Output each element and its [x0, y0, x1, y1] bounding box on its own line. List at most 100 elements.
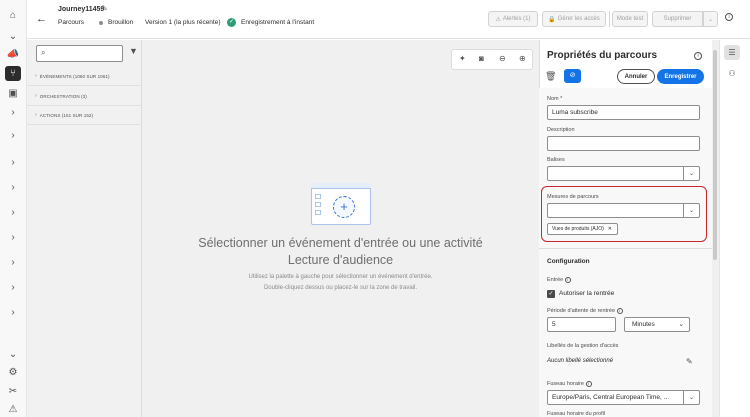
chevron-right-icon: › [35, 112, 37, 118]
manage-access-button[interactable]: 🔒 Gérer les accès [542, 11, 606, 27]
right-rail [719, 40, 750, 417]
status-label: Brouillon [108, 19, 134, 26]
configuration-title: Configuration [547, 258, 590, 265]
scrollbar-thumb[interactable] [713, 50, 717, 260]
chevron-right-icon: › [35, 73, 37, 79]
chevron-right-icon[interactable]: › [6, 180, 20, 194]
description-label: Description [547, 127, 575, 133]
metric-tag: Vues de produits (AJO) ✕ [547, 223, 618, 235]
tags-label: Balises [547, 157, 565, 163]
add-plus-icon: + [333, 196, 355, 218]
palette-search-input[interactable]: ⌕ [36, 45, 123, 62]
more-actions-dropdown[interactable]: ⌄ [703, 11, 718, 27]
journey-canvas[interactable] [142, 40, 539, 417]
chevron-right-icon[interactable]: › [6, 105, 20, 119]
empty-state-help-1: Utilisez la palette à gauche pour sélect… [248, 274, 433, 280]
palette-category-actions[interactable]: › ACTIONS (151 SUR 152) [27, 106, 142, 125]
entry-label: Entrée i [547, 277, 571, 283]
illustration-node [315, 210, 321, 215]
tags-field[interactable]: ⌄ [547, 166, 700, 181]
hide-icon[interactable]: ⊘ [564, 69, 581, 83]
zoom-in-icon[interactable]: ⊕ [519, 54, 526, 63]
chevron-down-icon: ⌄ [678, 321, 684, 328]
zoom-out-icon[interactable]: ⊖ [499, 54, 506, 63]
chevron-right-icon[interactable]: › [6, 205, 20, 219]
alert-icon: ⚠ [495, 16, 501, 23]
close-icon[interactable]: ✕ [608, 226, 612, 232]
chevron-right-icon[interactable]: › [6, 230, 20, 244]
timezone-field[interactable]: Europe/Paris, Central European Time, ...… [547, 390, 700, 405]
alert-icon[interactable]: ⚠ [6, 402, 20, 416]
info-icon: i [585, 381, 592, 387]
illustration-node [315, 202, 321, 207]
allow-reentry-label: Autoriser la rentrée [559, 290, 615, 297]
reentry-wait-unit[interactable]: Minutes ⌄ [624, 317, 690, 332]
illustration-bar [311, 183, 371, 189]
magic-wand-icon[interactable]: ✦ [459, 54, 466, 63]
back-arrow-icon[interactable]: ← [36, 13, 47, 25]
saved-status: Enregistrement à l'instant [241, 19, 315, 26]
chevron-down-icon[interactable]: ⌄ [6, 347, 20, 361]
version-label: Version 1 (la plus récente) [145, 19, 221, 26]
lock-icon: 🔒 [548, 16, 556, 23]
cancel-button[interactable]: Annuler [617, 69, 655, 84]
access-labels-label: Libellés de la gestion d'accès [547, 343, 619, 349]
properties-title: Propriétés du parcours [547, 50, 658, 61]
info-icon: i [616, 308, 623, 314]
divider [609, 11, 610, 27]
delete-button[interactable]: Supprimer [652, 11, 703, 27]
info-icon[interactable]: i [694, 52, 702, 60]
filter-icon[interactable]: ▼ [129, 46, 138, 56]
chevron-right-icon[interactable]: › [6, 255, 20, 269]
info-icon: i [564, 277, 571, 283]
chevron-down-icon[interactable]: ⌄ [683, 167, 699, 180]
chevron-right-icon: › [35, 93, 37, 99]
megaphone-icon[interactable]: 📣 [6, 47, 20, 61]
reentry-wait-value[interactable]: 5 [547, 317, 616, 332]
search-icon: ⌕ [41, 48, 46, 57]
access-labels-value: Aucun libellé sélectionné [547, 358, 614, 364]
reentry-wait-label: Période d'attente de rentrée i [547, 308, 623, 314]
journey-type-label: Parcours [58, 19, 85, 26]
chevron-right-icon[interactable]: › [6, 155, 20, 169]
journey-icon[interactable]: ⑂ [5, 66, 21, 81]
user-settings-icon[interactable]: ⚇ [724, 66, 740, 81]
save-button[interactable]: Enregistrer [657, 69, 704, 84]
alerts-button[interactable]: ⚠ Alertes (1) [488, 11, 538, 27]
chevron-right-icon[interactable]: › [6, 128, 20, 142]
palette-category-orchestration[interactable]: › ORCHESTRATION (3) [27, 87, 142, 106]
chevron-down-icon[interactable]: ⌄ [683, 204, 699, 217]
edit-icon[interactable]: ✎ [686, 357, 693, 366]
palette-category-events[interactable]: › ÉVÉNEMENTS (1060 SUR 1061) [27, 67, 142, 86]
journey-metrics-label: Mesures de parcours [547, 194, 599, 200]
profile-timezone-label: Fuseau horaire du profil [547, 411, 606, 417]
status-dot-icon [99, 21, 103, 25]
empty-state-help-2: Double-cliquez dessus ou placez-le sur l… [263, 285, 418, 291]
empty-state-headline-1: Sélectionner un événement d'entrée ou un… [198, 236, 483, 250]
info-icon[interactable]: i [725, 13, 733, 21]
allow-reentry-checkbox[interactable]: ✓ [547, 290, 555, 298]
camera-icon[interactable]: ◙ [479, 54, 484, 63]
tools-icon[interactable]: ✂ [6, 384, 20, 398]
content-icon[interactable]: ▣ [6, 86, 20, 100]
chevron-down-icon[interactable]: ⌄ [683, 391, 699, 404]
name-label: Nom * [547, 96, 563, 102]
chevron-down-icon[interactable]: ⌄ [6, 29, 20, 43]
trash-icon[interactable]: 🗑 [545, 71, 556, 82]
empty-state-headline-2: Lecture d'audience [287, 253, 394, 267]
edit-pencil-icon[interactable]: ✎ [101, 4, 108, 13]
divider [539, 248, 712, 249]
journey-title[interactable]: Journey11459 [58, 6, 104, 13]
description-field[interactable] [547, 136, 700, 151]
journey-metrics-field[interactable]: ⌄ [547, 203, 700, 218]
home-icon[interactable]: ⌂ [6, 8, 20, 22]
timezone-label: Fuseau horaire i [547, 381, 592, 387]
left-nav-rail: ⌂ ⌄ 📣 ⑂ ▣ › › › › › › › › › ⌄ ⚙ ✂ ⚠ [0, 0, 27, 417]
properties-panel-icon[interactable]: ☰ [724, 45, 740, 60]
test-mode-button[interactable]: Mode test [612, 11, 648, 27]
name-field[interactable]: Luma subscribe [547, 105, 700, 120]
chevron-right-icon[interactable]: › [6, 305, 20, 319]
illustration-node [315, 194, 321, 199]
settings-icon[interactable]: ⚙ [6, 365, 20, 379]
chevron-right-icon[interactable]: › [6, 280, 20, 294]
